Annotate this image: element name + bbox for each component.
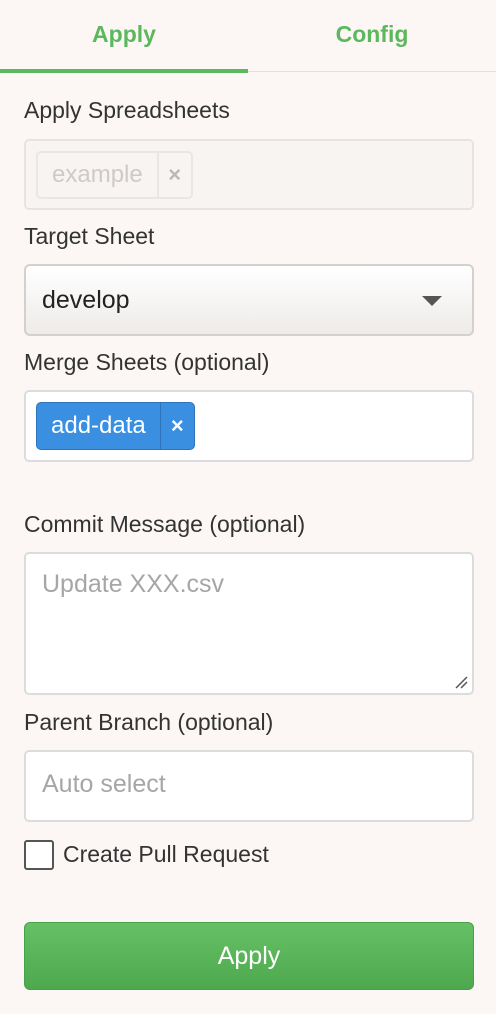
parent-branch-label: Parent Branch (optional) (24, 709, 274, 735)
merge-sheet-tag: add-data × (36, 402, 195, 450)
spreadsheet-tag: example × (36, 151, 193, 199)
spreadsheet-tag-label: example (52, 161, 143, 188)
parent-branch-input[interactable]: Auto select (24, 750, 474, 822)
apply-spreadsheets-label: Apply Spreadsheets (24, 97, 230, 123)
merge-sheets-label: Merge Sheets (optional) (24, 349, 270, 375)
target-sheet-label: Target Sheet (24, 223, 155, 249)
commit-message-placeholder: Update XXX.csv (42, 570, 225, 598)
tab-apply[interactable]: Apply (0, 0, 248, 73)
tab-bar: Apply Config (0, 0, 496, 73)
apply-button[interactable]: Apply (24, 922, 474, 990)
resize-handle-icon[interactable] (454, 675, 468, 689)
target-sheet-select[interactable]: develop (24, 264, 474, 336)
merge-sheet-tag-label: add-data (51, 412, 146, 439)
create-pull-request-label[interactable]: Create Pull Request (63, 841, 269, 868)
remove-tag-icon[interactable]: × (159, 403, 194, 449)
commit-message-label: Commit Message (optional) (24, 511, 306, 537)
merge-sheets-field[interactable]: add-data × (24, 390, 474, 462)
target-sheet-value: develop (42, 285, 130, 314)
create-pull-request-checkbox[interactable] (24, 840, 54, 870)
parent-branch-placeholder: Auto select (42, 770, 166, 798)
tab-config[interactable]: Config (248, 0, 496, 72)
chevron-down-icon (422, 296, 442, 306)
commit-message-textarea[interactable]: Update XXX.csv (24, 552, 474, 695)
remove-tag-icon: × (156, 153, 191, 197)
apply-spreadsheets-field: example × (24, 139, 474, 210)
